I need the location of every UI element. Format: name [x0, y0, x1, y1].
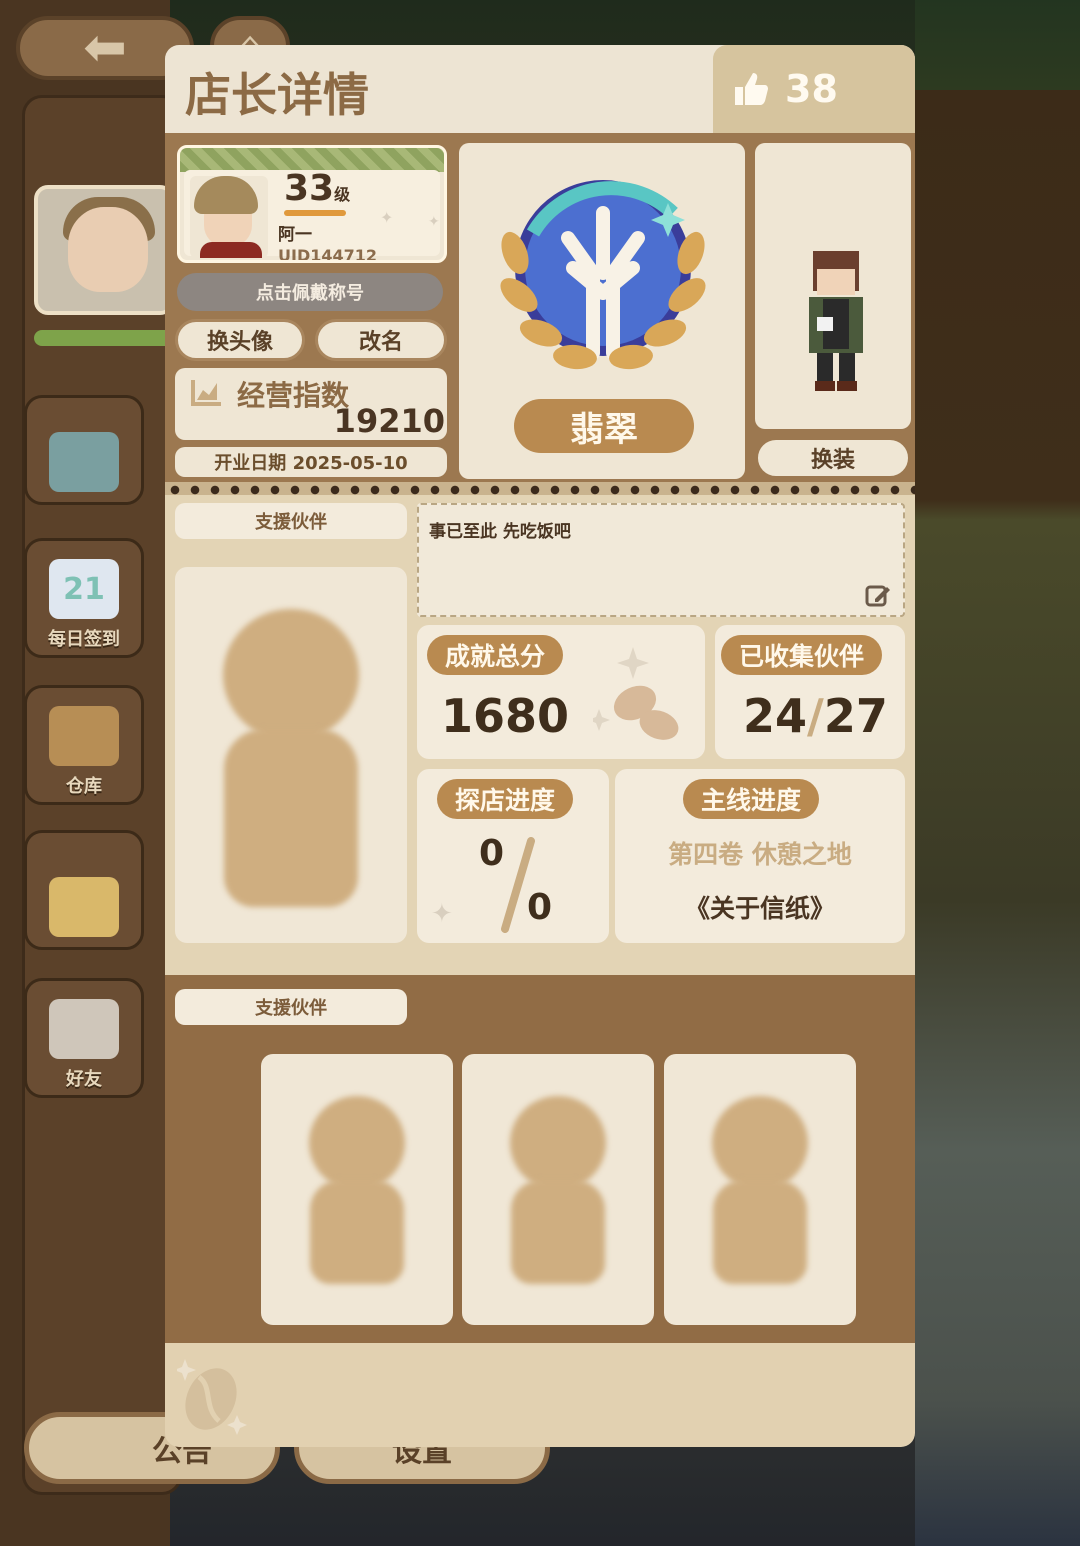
support-partner-label: 支援伙伴: [175, 503, 407, 539]
collected-partners-label: 已收集伙伴: [721, 635, 883, 675]
business-index-label: 经营指数: [237, 379, 350, 412]
collected-partners-card: 已收集伙伴 24/27: [715, 625, 905, 759]
open-date: 开业日期 2025-05-10: [175, 447, 447, 477]
wear-title-button[interactable]: 点击佩戴称号: [177, 273, 443, 311]
sidebar-avatar[interactable]: [34, 185, 174, 315]
edit-icon[interactable]: [865, 583, 891, 607]
rank-card: 翡翠: [459, 143, 745, 479]
profile-panel: 33级 阿一 UID144712 ▪复制 ✦ ✦ 点击佩戴称号 换头像 改名 经…: [165, 133, 915, 488]
rank-emblem-icon: [500, 180, 706, 370]
main-story-label: 主线进度: [683, 779, 820, 819]
player-uid: UID144712: [278, 246, 378, 263]
copy-label: 复制: [392, 260, 414, 263]
cats-icon: [49, 999, 119, 1059]
copy-uid-button[interactable]: ▪复制: [385, 258, 414, 263]
main-story-card: 主线进度 第四卷 休憩之地 《关于信纸》: [615, 769, 905, 943]
arrow-left-icon: ⬅: [83, 18, 127, 78]
level-unit: 级: [334, 185, 351, 204]
achievement-card: 成就总分 1680: [417, 625, 705, 759]
support-partner-slot[interactable]: [175, 567, 407, 943]
level-value: 33: [284, 168, 335, 209]
support-partner-slot[interactable]: [462, 1054, 654, 1325]
achievement-label: 成就总分: [427, 635, 564, 675]
partner-placeholder-icon: [712, 1096, 808, 1190]
cafe-scene: [915, 0, 1080, 1546]
support-partner-slot[interactable]: [261, 1054, 453, 1325]
profile-card: 33级 阿一 UID144712 ▪复制 ✦ ✦: [177, 145, 447, 263]
thumbs-up-icon: [735, 73, 768, 105]
sidebar-item-label: 每日签到: [48, 629, 120, 650]
coffee-bean-icon: [177, 1359, 247, 1435]
page-header: 店长详情 38: [165, 45, 915, 133]
chart-icon: [191, 380, 221, 406]
partner-placeholder-icon: [309, 1096, 405, 1190]
outfit-preview: [755, 143, 911, 429]
calendar-icon: 21: [49, 559, 119, 619]
copy-icon: ▪: [385, 260, 392, 263]
business-index-card: 经营指数 19210: [175, 368, 447, 440]
support-partners-panel: 支援伙伴: [165, 975, 915, 1343]
motto-box[interactable]: 事已至此 先吃饭吧: [417, 503, 905, 617]
achievement-value: 1680: [441, 689, 570, 743]
sidebar-item-label: 仓库: [66, 776, 102, 797]
sidebar-item-friends[interactable]: 好友: [24, 978, 144, 1098]
level-underline: [284, 210, 346, 216]
sidebar-exp-bar: [34, 330, 174, 346]
book-icon: [49, 432, 119, 492]
collected-current: 24: [743, 689, 808, 743]
footer-panel: [165, 1343, 915, 1447]
support-partner-label: 支援伙伴: [175, 989, 407, 1025]
motto-text: 事已至此 先吃饭吧: [429, 522, 571, 542]
sparkle-icon: ✦: [431, 899, 453, 929]
level-display: 33级: [284, 168, 350, 209]
rename-button[interactable]: 改名: [315, 319, 447, 361]
partner-placeholder-icon: [223, 609, 359, 741]
party-popper-icon: [49, 877, 119, 937]
explore-total: 0: [527, 887, 553, 928]
collected-total: 27: [823, 689, 888, 743]
sidebar-item-daily-checkin[interactable]: 21 每日签到: [24, 538, 144, 658]
rank-label: 翡翠: [514, 399, 694, 453]
like-button[interactable]: 38: [713, 45, 915, 133]
sidebar-item-book[interactable]: [24, 395, 144, 505]
sidebar-item-gift[interactable]: [24, 830, 144, 950]
sidebar-item-warehouse[interactable]: 仓库: [24, 685, 144, 805]
character-sprite: [809, 251, 863, 391]
main-story-episode: 《关于信纸》: [684, 894, 835, 923]
coffee-beans-icon: [593, 647, 679, 740]
collected-partners-value: 24/27: [743, 689, 888, 743]
player-name: 阿一: [278, 225, 312, 245]
business-index-value: 19210: [333, 402, 445, 440]
support-partner-slot[interactable]: [664, 1054, 856, 1325]
partner-placeholder-icon: [510, 1096, 606, 1190]
change-avatar-button[interactable]: 换头像: [175, 319, 305, 361]
like-count: 38: [785, 67, 838, 111]
main-story-chapter: 第四卷 休憩之地: [668, 840, 852, 869]
stats-panel: 支援伙伴 事已至此 先吃饭吧 成就总分 1680 已收集伙伴 24/27 探店进…: [165, 495, 915, 975]
page-title: 店长详情: [185, 68, 369, 122]
avatar[interactable]: [190, 176, 268, 258]
crate-icon: [49, 706, 119, 766]
sparkle-icon: ✦: [380, 208, 394, 227]
sparkle-icon: ✦: [428, 214, 440, 230]
explore-progress-card: 探店进度 0 0 ✦: [417, 769, 609, 943]
change-outfit-button[interactable]: 换装: [755, 437, 911, 479]
sidebar-item-label: 好友: [66, 1069, 102, 1090]
explore-progress-label: 探店进度: [437, 779, 574, 819]
